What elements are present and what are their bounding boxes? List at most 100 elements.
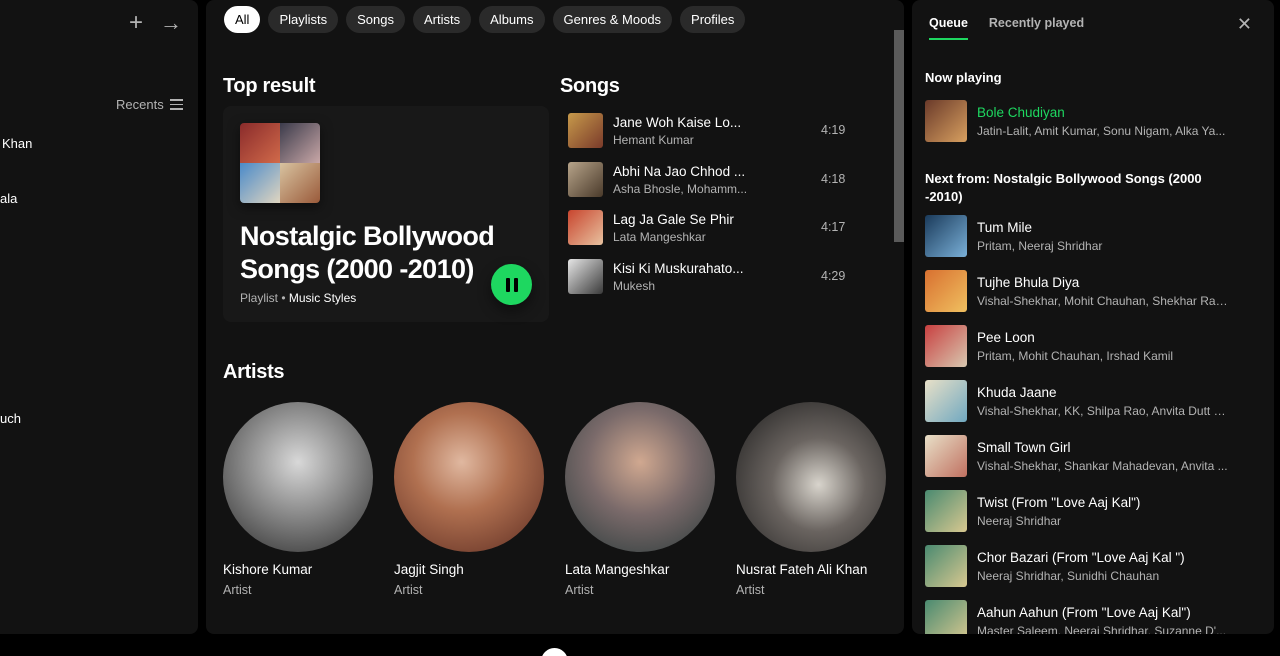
library-item[interactable]: uch	[0, 411, 21, 426]
filter-genres-moods[interactable]: Genres & Moods	[552, 6, 673, 33]
song-row[interactable]: Abhi Na Jao Chhod ... Asha Bhosle, Moham…	[560, 155, 860, 204]
now-playing-heading: Now playing	[925, 70, 1002, 85]
track-artist[interactable]: Vishal-Shekhar, Shankar Mahadevan, Anvit…	[977, 459, 1229, 473]
filter-songs[interactable]: Songs	[346, 6, 406, 33]
song-artist[interactable]: Hemant Kumar	[613, 133, 753, 147]
artists-heading: Artists	[223, 361, 285, 383]
pause-button[interactable]	[491, 264, 532, 305]
queue-item[interactable]: Tujhe Bhula Diya Vishal-Shekhar, Mohit C…	[925, 270, 1255, 314]
track-artist[interactable]: Neeraj Shridhar	[977, 514, 1229, 528]
artist-type: Artist	[736, 583, 765, 597]
artist-type: Artist	[565, 583, 594, 597]
track-thumbnail	[925, 100, 967, 142]
filter-playlists[interactable]: Playlists	[268, 6, 339, 33]
playback-scrubber-handle[interactable]	[541, 648, 568, 656]
artist-card[interactable]: Jagjit Singh Artist	[394, 402, 544, 597]
filter-all[interactable]: All	[224, 6, 261, 33]
track-thumbnail	[925, 435, 967, 477]
track-thumbnail	[925, 325, 967, 367]
arrow-right-icon[interactable]: →	[160, 12, 182, 34]
song-duration: 4:18	[821, 171, 846, 186]
track-title: Chor Bazari (From "Love Aaj Kal ")	[977, 550, 1185, 565]
song-row[interactable]: Jane Woh Kaise Lo... Hemant Kumar 4:19	[560, 106, 860, 155]
artist-card[interactable]: Lata Mangeshkar Artist	[565, 402, 715, 597]
tab-queue[interactable]: Queue	[929, 16, 968, 40]
songs-list: Jane Woh Kaise Lo... Hemant Kumar 4:19 A…	[560, 106, 860, 300]
song-artist[interactable]: Lata Mangeshkar	[613, 230, 753, 244]
song-thumbnail	[568, 258, 603, 294]
library-item[interactable]: Khan	[2, 136, 32, 151]
song-duration: 4:19	[821, 123, 846, 137]
track-thumbnail	[925, 380, 967, 422]
queue-item[interactable]: Chor Bazari (From "Love Aaj Kal ") Neera…	[925, 545, 1255, 589]
track-artist[interactable]: Vishal-Shekhar, Mohit Chauhan, Shekhar R…	[977, 294, 1229, 308]
song-thumbnail	[568, 210, 603, 245]
song-title: Lag Ja Gale Se Phir	[613, 212, 734, 227]
top-result-subtitle: Playlist • Music Styles	[240, 291, 357, 305]
library-item[interactable]: ala	[0, 191, 17, 206]
tab-recently-played[interactable]: Recently played	[989, 16, 1084, 40]
top-result-owner[interactable]: Music Styles	[289, 291, 356, 305]
close-icon[interactable]: ✕	[1237, 14, 1252, 35]
artist-card[interactable]: Nusrat Fateh Ali Khan Artist	[736, 402, 886, 597]
track-thumbnail	[925, 215, 967, 257]
queue-item[interactable]: Small Town Girl Vishal-Shekhar, Shankar …	[925, 435, 1255, 479]
artist-photo	[736, 402, 886, 552]
track-title: Khuda Jaane	[977, 385, 1057, 400]
song-title: Kisi Ki Muskurahato...	[613, 260, 744, 276]
now-playing-item[interactable]: Bole Chudiyan Jatin-Lalit, Amit Kumar, S…	[925, 100, 1255, 144]
track-artist[interactable]: Neeraj Shridhar, Sunidhi Chauhan	[977, 569, 1229, 583]
list-icon	[169, 99, 183, 110]
song-row[interactable]: Kisi Ki Muskurahato... Mukesh 4:29	[560, 252, 860, 301]
artist-photo	[394, 402, 544, 552]
pause-icon	[505, 277, 510, 292]
song-thumbnail	[568, 161, 603, 197]
track-artist[interactable]: Pritam, Mohit Chauhan, Irshad Kamil	[977, 349, 1229, 363]
artist-name: Lata Mangeshkar	[565, 562, 670, 577]
artist-type: Artist	[223, 583, 252, 597]
queue-item[interactable]: Pee Loon Pritam, Mohit Chauhan, Irshad K…	[925, 325, 1255, 369]
songs-heading: Songs	[560, 75, 620, 97]
plus-icon[interactable]: +	[125, 11, 147, 35]
artist-name: Kishore Kumar	[223, 562, 313, 577]
song-title: Abhi Na Jao Chhod ...	[613, 163, 746, 179]
track-artist[interactable]: Vishal-Shekhar, KK, Shilpa Rao, Anvita D…	[977, 404, 1229, 418]
track-artist[interactable]: Pritam, Neeraj Shridhar	[977, 239, 1229, 253]
filter-artists[interactable]: Artists	[413, 6, 472, 33]
track-thumbnail	[925, 270, 967, 312]
filter-albums[interactable]: Albums	[479, 6, 545, 33]
track-artist[interactable]: Jatin-Lalit, Amit Kumar, Sonu Nigam, Alk…	[977, 124, 1229, 138]
library-sidebar: + → Recents Khan ala uch	[0, 0, 198, 634]
song-title: Jane Woh Kaise Lo...	[613, 115, 742, 130]
artist-name: Nusrat Fateh Ali Khan	[736, 562, 868, 577]
track-title: Tujhe Bhula Diya	[977, 275, 1080, 290]
track-title: Bole Chudiyan	[977, 105, 1065, 120]
queue-item[interactable]: Khuda Jaane Vishal-Shekhar, KK, Shilpa R…	[925, 380, 1255, 424]
artist-photo	[565, 402, 715, 552]
song-duration: 4:29	[821, 268, 846, 283]
queue-item[interactable]: Twist (From "Love Aaj Kal") Neeraj Shrid…	[925, 490, 1255, 534]
song-artist[interactable]: Mukesh	[613, 279, 753, 293]
song-row[interactable]: Lag Ja Gale Se Phir Lata Mangeshkar 4:17	[560, 203, 860, 252]
artist-card[interactable]: Kishore Kumar Artist	[223, 402, 373, 597]
filter-profiles[interactable]: Profiles	[680, 6, 746, 33]
top-result-heading: Top result	[223, 75, 316, 97]
song-artist[interactable]: Asha Bhosle, Mohamm...	[613, 182, 753, 196]
artists-row: Kishore Kumar Artist Jagjit Singh Artist…	[223, 402, 886, 597]
track-artist[interactable]: Master Saleem, Neeraj Shridhar, Suzanne …	[977, 624, 1229, 634]
artist-name: Jagjit Singh	[394, 562, 464, 577]
artist-photo	[223, 402, 373, 552]
artist-type: Artist	[394, 583, 423, 597]
recents-sort-button[interactable]: Recents	[116, 97, 183, 112]
track-title: Small Town Girl	[977, 440, 1071, 455]
scrollbar[interactable]	[894, 30, 904, 242]
track-title: Aahun Aahun (From "Love Aaj Kal")	[977, 605, 1191, 620]
track-thumbnail	[925, 490, 967, 532]
top-result-card[interactable]: Nostalgic Bollywood Songs (2000 -2010) P…	[223, 106, 549, 322]
track-thumbnail	[925, 600, 967, 634]
queue-tabs: Queue Recently played	[929, 16, 1084, 40]
song-duration: 4:17	[821, 220, 846, 234]
queue-item[interactable]: Tum Mile Pritam, Neeraj Shridhar	[925, 215, 1255, 259]
next-from-heading: Next from: Nostalgic Bollywood Songs (20…	[925, 171, 1202, 204]
queue-item[interactable]: Aahun Aahun (From "Love Aaj Kal") Master…	[925, 600, 1255, 634]
